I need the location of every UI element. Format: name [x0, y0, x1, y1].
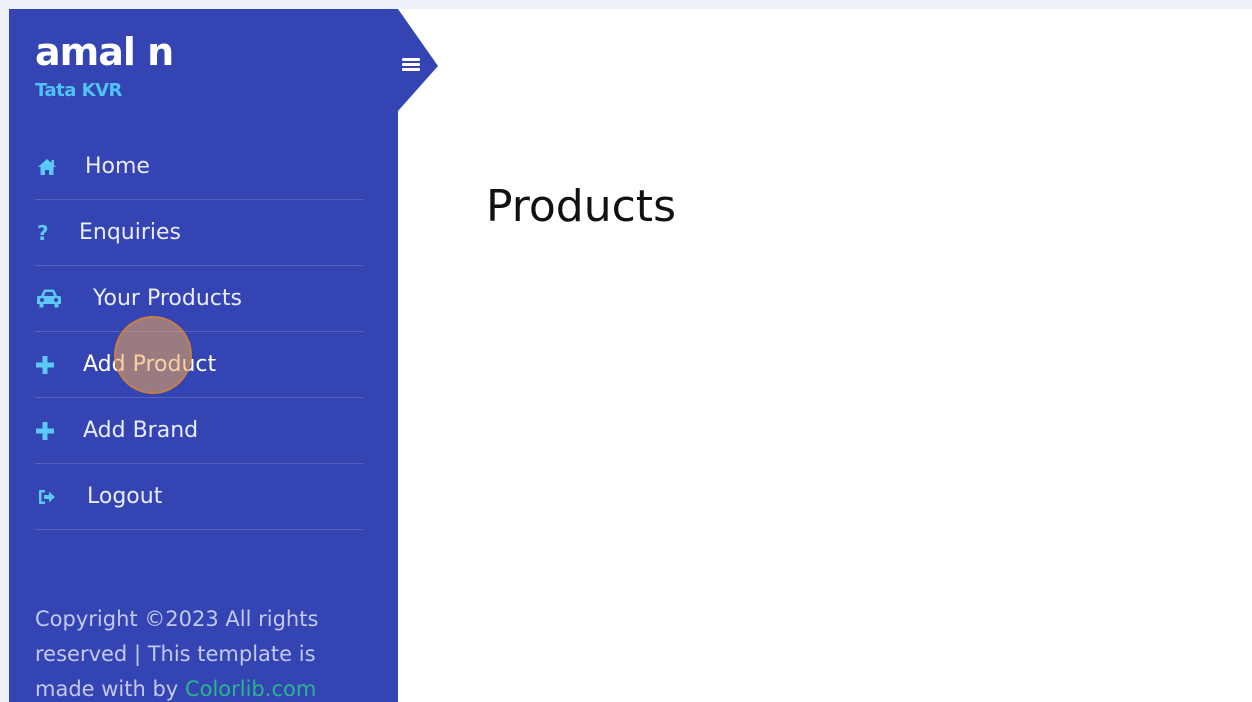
- sidebar-item-label: Add Brand: [83, 417, 199, 443]
- main-content: Products: [398, 9, 1252, 702]
- footer-link[interactable]: Colorlib.com: [185, 677, 316, 701]
- hamburger-icon: [402, 58, 420, 72]
- sidebar-item-label: Logout: [87, 483, 163, 509]
- sidebar-item-label: Add Product: [83, 351, 217, 377]
- sidebar: amal n Tata KVR Home ? Enquiries Your Pr…: [9, 9, 398, 702]
- sidebar-item-home[interactable]: Home: [35, 134, 363, 200]
- sidebar-nav: Home ? Enquiries Your Products Add Produ…: [35, 134, 363, 530]
- sidebar-item-logout[interactable]: Logout: [35, 464, 363, 530]
- car-icon: [35, 288, 63, 310]
- sidebar-item-add-brand[interactable]: Add Brand: [35, 398, 363, 464]
- sidebar-item-enquiries[interactable]: ? Enquiries: [35, 200, 363, 266]
- user-org: Tata KVR: [35, 80, 122, 101]
- user-name: amal n: [35, 30, 174, 74]
- question-icon: ?: [37, 220, 49, 245]
- sidebar-item-label: Your Products: [93, 285, 242, 311]
- logout-icon: [37, 489, 57, 505]
- sidebar-item-add-product[interactable]: Add Product: [35, 332, 363, 398]
- page: amal n Tata KVR Home ? Enquiries Your Pr…: [0, 0, 1252, 702]
- sidebar-item-label: Home: [85, 153, 150, 179]
- page-title: Products: [486, 181, 676, 232]
- plus-icon: [35, 421, 55, 440]
- sidebar-item-label: Enquiries: [79, 219, 182, 245]
- home-icon: [37, 158, 57, 176]
- sidebar-item-your-products[interactable]: Your Products: [35, 266, 363, 332]
- sidebar-toggle-button[interactable]: [398, 9, 440, 111]
- sidebar-footer: Copyright ©2023 All rights reserved | Th…: [35, 602, 355, 702]
- plus-icon: [35, 355, 55, 374]
